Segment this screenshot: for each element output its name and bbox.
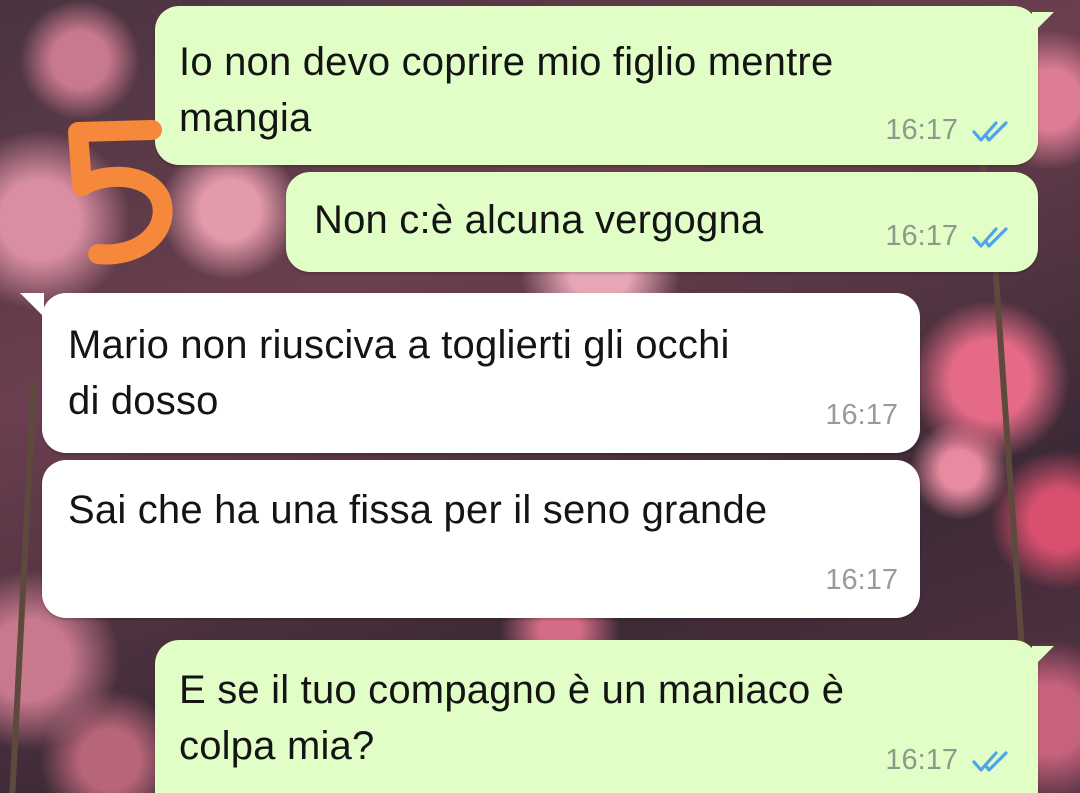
message-bubble-outgoing[interactable]: E se il tuo compagno è un maniaco è colp… xyxy=(155,640,1054,793)
message-time: 16:17 xyxy=(825,564,898,596)
message-line: Mario non riusciva a toglierti gli occhi xyxy=(68,323,730,367)
message-line: colpa mia? xyxy=(179,724,375,768)
message-time: 16:17 xyxy=(825,399,898,431)
bubble-tail xyxy=(20,293,44,317)
double-check-read-icon xyxy=(972,749,1014,773)
message-time: 16:17 xyxy=(885,114,958,146)
message-bubble-incoming[interactable]: Mario non riusciva a toglierti gli occhi… xyxy=(20,293,920,453)
handwritten-number-annotation xyxy=(56,118,186,268)
message-meta: 16:17 xyxy=(885,114,1014,147)
message-text: Non c:è alcuna vergogna xyxy=(314,192,763,248)
double-check-read-icon xyxy=(972,119,1014,143)
message-text: E se il tuo compagno è un maniaco è colp… xyxy=(179,662,844,774)
bubble-tail xyxy=(1032,12,1054,34)
double-check-read-icon xyxy=(972,225,1014,249)
message-line: mangia xyxy=(179,96,312,140)
message-line: di dosso xyxy=(68,379,219,423)
message-text: Mario non riusciva a toglierti gli occhi… xyxy=(68,317,730,429)
message-time: 16:17 xyxy=(885,220,958,252)
message-line: Non c:è alcuna vergogna xyxy=(314,198,764,242)
message-time: 16:17 xyxy=(885,744,958,776)
message-bubble-outgoing[interactable]: Io non devo coprire mio figlio mentre ma… xyxy=(155,6,1054,165)
message-line: E se il tuo compagno è un maniaco è xyxy=(179,668,845,712)
message-meta: 16:17 xyxy=(825,399,898,432)
message-bubble-outgoing[interactable]: Non c:è alcuna vergogna 16:17 xyxy=(286,172,1038,272)
message-text: Sai che ha una fissa per il seno grande xyxy=(68,482,767,538)
message-bubble-incoming[interactable]: Sai che ha una fissa per il seno grande … xyxy=(42,460,920,618)
message-meta: 16:17 xyxy=(885,220,1014,253)
bubble-tail xyxy=(1032,646,1054,668)
message-line: Io non devo coprire mio figlio mentre xyxy=(179,40,834,84)
message-meta: 16:17 xyxy=(825,564,898,597)
message-text: Io non devo coprire mio figlio mentre ma… xyxy=(179,34,833,146)
message-meta: 16:17 xyxy=(885,744,1014,777)
wallpaper-stem xyxy=(9,380,37,793)
message-line: Sai che ha una fissa per il seno grande xyxy=(68,488,768,532)
